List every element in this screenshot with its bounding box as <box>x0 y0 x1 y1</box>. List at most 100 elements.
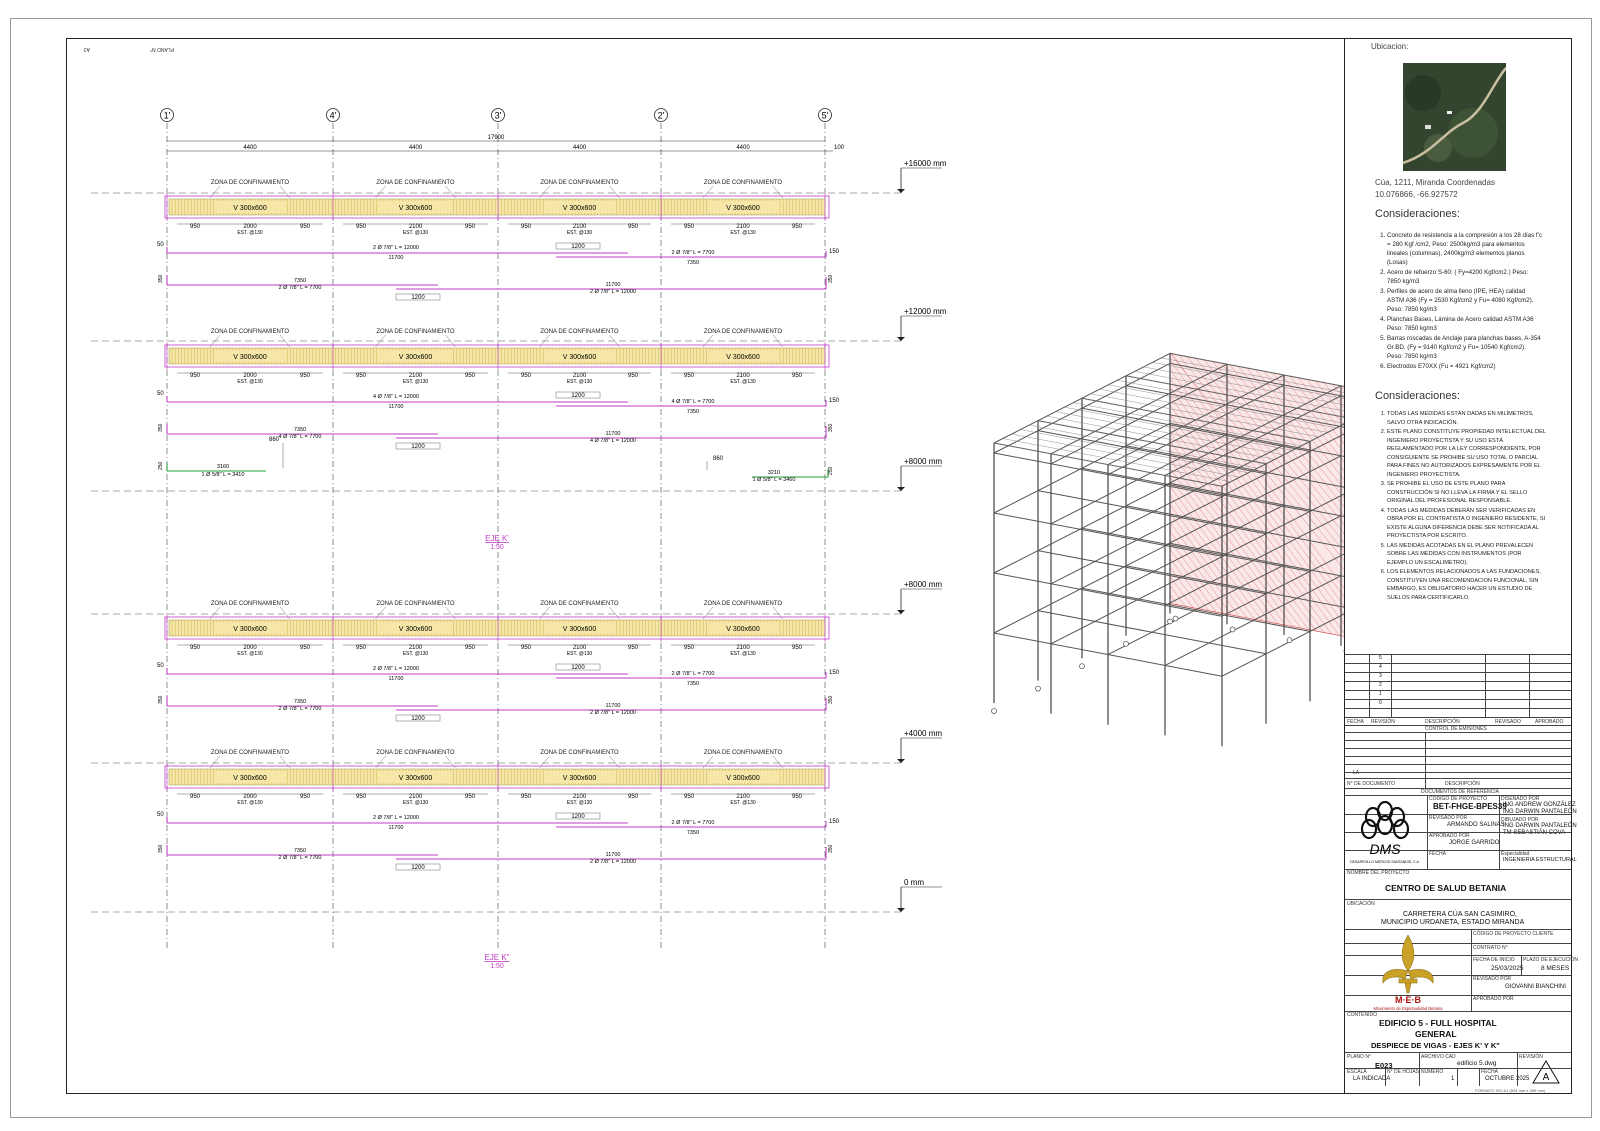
green-off-label: 860 <box>269 437 280 443</box>
hook-right: 350 <box>828 274 834 283</box>
green-hook-left: 250 <box>158 461 164 470</box>
numero-label: NÚMERO <box>1421 1069 1444 1075</box>
beam-dim-text: 950 <box>356 794 367 800</box>
title-block-line <box>1345 717 1571 718</box>
bar-3-length: 7350 <box>294 848 306 854</box>
nota-item: ESTE PLANO CONSTITUYE PROPIEDAD INTELECT… <box>1387 428 1548 479</box>
bar-1-length: 11700 <box>389 404 404 410</box>
title-block-line <box>1345 1011 1571 1012</box>
beam-dim-text: 950 <box>521 224 532 230</box>
consideracion-item: Electrodos E70XX (Fu = 4921 Kgf/cm2) <box>1387 362 1543 371</box>
nombre-value: CENTRO DE SALUD BETANIA <box>1385 883 1507 893</box>
dim-end: 100 <box>834 145 845 151</box>
title-block-line <box>1345 748 1571 749</box>
plano-label: PLANO N° <box>1347 1054 1371 1060</box>
dim-span: 4400 <box>573 145 587 151</box>
dim-span: 4400 <box>409 145 423 151</box>
title-panel: Ubicacion: Cúa, 1211, Miranda Coordenada… <box>1344 38 1578 1094</box>
axis-label: 5' <box>822 111 829 121</box>
zona-label: ZONA DE CONFINAMIENTO <box>376 180 455 186</box>
iso-axis-bubble <box>1035 685 1041 692</box>
level-arrow <box>897 908 905 912</box>
level-label: +4000 mm <box>904 729 942 738</box>
beam-dim-text: 950 <box>792 794 803 800</box>
ubicacion-block-1: CARRETERA CÚA SAN CASIMIRO, <box>1403 911 1517 918</box>
level-arrow <box>897 610 905 614</box>
beam-dim-text: 950 <box>792 224 803 230</box>
level-arrow <box>897 759 905 763</box>
hook-right: 350 <box>828 844 834 853</box>
bar-1-label: 2 Ø 7/8" L = 12000 <box>373 666 419 672</box>
zona-label: ZONA DE CONFINAMIENTO <box>540 180 619 186</box>
title-block-line <box>1345 732 1571 733</box>
beam-label: V 300x600 <box>399 626 433 633</box>
beam-dim-text: 950 <box>521 373 532 379</box>
doc-number-header: N° DE DOCUMENTO <box>1347 781 1396 787</box>
overall-dimensions: 17900 4400 4400 4400 4400 100 <box>167 135 845 152</box>
beam-dim-text: 950 <box>465 373 476 379</box>
bar-3-label: 2 Ø 7/8" L = 7700 <box>279 706 322 712</box>
beam-dim-text: 950 <box>190 794 201 800</box>
level-label: 0 mm <box>904 878 924 887</box>
zona-label: ZONA DE CONFINAMIENTO <box>540 601 619 607</box>
green-bar-2-label: 1 Ø 5/8" L = 3460 <box>753 477 796 483</box>
contenido-1: EDIFICIO 5 - FULL HOSPITAL <box>1379 1018 1497 1028</box>
revisado2-value: GIOVANNI BIANCHINI <box>1505 984 1566 990</box>
contenido-label: CONTENIDO <box>1347 1012 1377 1018</box>
nota-item: LAS MEDIDAS ACOTADAS EN EL PLANO PREVALE… <box>1387 542 1548 568</box>
est-label: EST. @130 <box>237 651 263 657</box>
meb-fleur <box>1382 934 1434 994</box>
contenido-3: DESPIECE DE VIGAS - EJES K' Y K" <box>1371 1041 1500 1050</box>
beam-label: V 300x600 <box>726 626 760 633</box>
level-label: +8000 mm <box>904 457 942 466</box>
beam-block: ZONA DE CONFINAMIENTO ZONA DE CONFINAMIEN… <box>157 750 840 871</box>
beam-dim-text: 950 <box>465 794 476 800</box>
bar-2-label: 2 Ø 7/8" L = 7700 <box>672 671 715 677</box>
ubicacion-text-2: 10.076866, -66.927572 <box>1375 190 1458 199</box>
corner-label-left: A3 <box>84 46 90 52</box>
escala-label: ESCALA <box>1347 1069 1367 1075</box>
ubicacion-label: Ubicacion: <box>1371 42 1409 51</box>
dms-logo-text: DMS <box>1369 841 1401 857</box>
consideracion-item: Acero de refuerzo S-60: ( Fy=4200 Kgf/cm… <box>1387 268 1543 286</box>
iso-axis-bubble <box>1167 618 1173 625</box>
beam-dim-text: 950 <box>628 794 639 800</box>
title-block-divider <box>1485 654 1486 717</box>
bar-2-length: 7350 <box>687 830 699 836</box>
rev-number: 1 <box>1379 691 1382 697</box>
plazo-value: 8 MESES <box>1541 965 1570 972</box>
lap-label: 1200 <box>411 865 425 871</box>
cover-right: 150 <box>829 670 840 676</box>
beam-label: V 300x600 <box>563 626 597 633</box>
dim-span: 4400 <box>736 145 750 151</box>
bar-2-length: 7350 <box>687 260 699 266</box>
section-title-1: EJE K' <box>485 534 509 543</box>
fecha-inicio-label: FECHA DE INICIO <box>1473 957 1515 963</box>
beam-label: V 300x600 <box>233 775 267 782</box>
bar-4-length: 11700 <box>606 703 621 709</box>
bar-3-label: 2 Ø 7/8" L = 7700 <box>279 285 322 291</box>
consideracion-item: Planchas Bases, Lámina de Acero calidad … <box>1387 315 1543 333</box>
hook-left: 350 <box>158 274 164 283</box>
level-markers: +16000 mm +12000 mm +8000 mm +8000 mm +4000 … <box>91 159 947 913</box>
beam-label: V 300x600 <box>563 775 597 782</box>
level-label: +16000 mm <box>904 159 947 168</box>
zona-label: ZONA DE CONFINAMIENTO <box>211 750 290 756</box>
beam-label: V 300x600 <box>233 205 267 212</box>
escala-value: LA INDICADA <box>1353 1076 1391 1082</box>
est-label: EST. @130 <box>237 379 263 385</box>
cover-left: 50 <box>157 242 164 248</box>
est-label: EST. @130 <box>567 379 593 385</box>
beam-details: ZONA DE CONFINAMIENTO ZONA DE CONFINAMIEN… <box>157 180 840 871</box>
dms-logo-petal <box>1392 818 1410 840</box>
dim-span: 4400 <box>243 145 257 151</box>
title-block-divider <box>1369 654 1370 717</box>
zona-label: ZONA DE CONFINAMIENTO <box>704 601 783 607</box>
bar-4-length: 11700 <box>606 852 621 858</box>
level-arrow <box>897 487 905 491</box>
beam-dim-text: 950 <box>356 224 367 230</box>
bar-1-label: 2 Ø 7/8" L = 12000 <box>373 815 419 821</box>
zona-label: ZONA DE CONFINAMIENTO <box>376 750 455 756</box>
beam-dim-text: 950 <box>628 373 639 379</box>
green-bar-2-length: 3210 <box>768 470 780 476</box>
